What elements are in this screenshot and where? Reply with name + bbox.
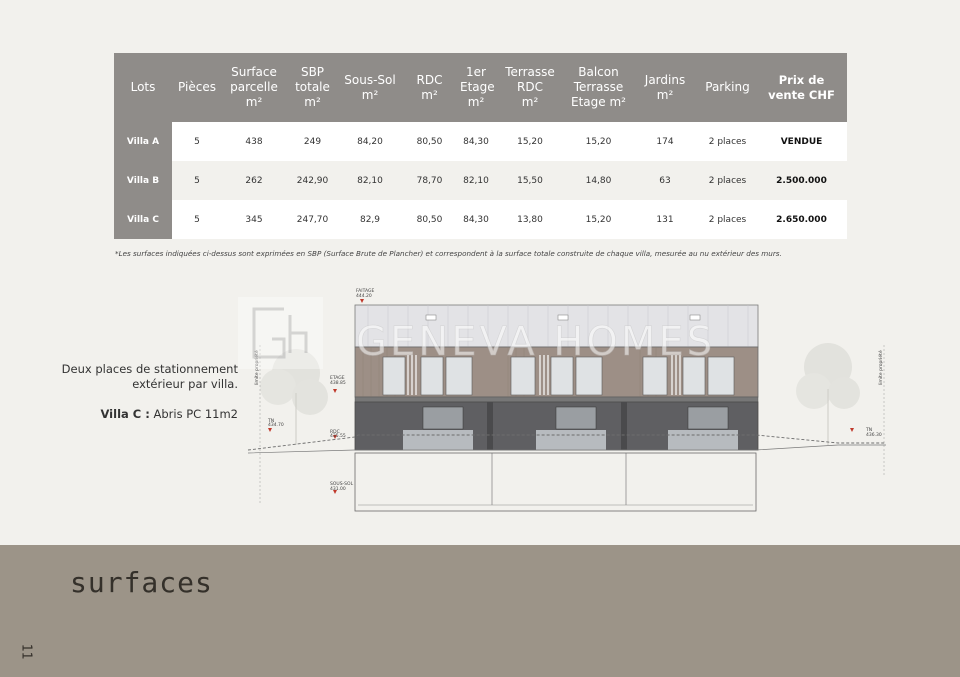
lot-name: Villa C bbox=[114, 200, 172, 239]
col-header-jardins: Jardins m² bbox=[631, 53, 699, 122]
villa-c-label: Villa C : bbox=[100, 407, 150, 421]
price-cell: VENDUE bbox=[756, 122, 847, 161]
table-cell: 249 bbox=[286, 122, 339, 161]
table-cell: 262 bbox=[222, 161, 286, 200]
table-cell: 2 places bbox=[699, 200, 756, 239]
table-cell: 5 bbox=[172, 161, 222, 200]
level-tn-right-alt: 436.30 bbox=[866, 432, 882, 438]
level-faitage-alt: 444.20 bbox=[356, 293, 372, 299]
table-cell: 13,80 bbox=[494, 200, 566, 239]
footer-band bbox=[0, 545, 960, 677]
villa-c-text: Abris PC 11m2 bbox=[149, 407, 238, 421]
table-cell: 82,9 bbox=[339, 200, 401, 239]
table-cell: 80,50 bbox=[401, 122, 458, 161]
table-cell: 438 bbox=[222, 122, 286, 161]
table-cell: 174 bbox=[631, 122, 699, 161]
lot-name: Villa B bbox=[114, 161, 172, 200]
table-cell: 84,30 bbox=[458, 122, 494, 161]
table-cell: 84,20 bbox=[339, 122, 401, 161]
price-cell: 2.650.000 bbox=[756, 200, 847, 239]
table-cell: 14,80 bbox=[566, 161, 631, 200]
table-cell: 78,70 bbox=[401, 161, 458, 200]
price-cell: 2.500.000 bbox=[756, 161, 847, 200]
level-sous-sol-alt: 431.00 bbox=[330, 486, 346, 492]
limite-propriete-right: limite propriété bbox=[877, 350, 884, 385]
col-header-lots: Lots bbox=[114, 53, 172, 122]
table-cell: 63 bbox=[631, 161, 699, 200]
table-cell: 345 bbox=[222, 200, 286, 239]
table-cell: 82,10 bbox=[458, 161, 494, 200]
table-row: Villa C 5 345 247,70 82,9 80,50 84,30 13… bbox=[114, 200, 847, 239]
col-header-parking: Parking bbox=[699, 53, 756, 122]
section-title: surfaces bbox=[70, 566, 213, 599]
table-cell: 5 bbox=[172, 122, 222, 161]
table-cell: 15,20 bbox=[566, 122, 631, 161]
table-cell: 15,20 bbox=[494, 122, 566, 161]
col-header-prix: Prix de vente CHF bbox=[756, 53, 847, 122]
table-cell: 2 places bbox=[699, 122, 756, 161]
level-tn-left-alt: 434.70 bbox=[268, 422, 284, 428]
brochure-page: Lots Pièces Surface parcelle m² SBP tota… bbox=[0, 0, 960, 677]
table-cell: 84,30 bbox=[458, 200, 494, 239]
table-cell: 131 bbox=[631, 200, 699, 239]
page-number: 11 bbox=[18, 643, 34, 660]
elevation-drawing: FAITAGE 444.20 ETAGE 438.85 RDC 435.55 S… bbox=[238, 285, 886, 517]
col-header-terrasse-rdc: Terrasse RDC m² bbox=[494, 53, 566, 122]
col-header-surface-parcelle: Surface parcelle m² bbox=[222, 53, 286, 122]
table-row: Villa B 5 262 242,90 82,10 78,70 82,10 1… bbox=[114, 161, 847, 200]
lots-table: Lots Pièces Surface parcelle m² SBP tota… bbox=[114, 53, 847, 239]
col-header-sous-sol: Sous-Sol m² bbox=[339, 53, 401, 122]
table-cell: 15,20 bbox=[566, 200, 631, 239]
villa-c-shelter-note: Villa C : Abris PC 11m2 bbox=[60, 407, 238, 421]
col-header-balcon-terrasse: Balcon Terrasse Etage m² bbox=[566, 53, 631, 122]
col-header-pieces: Pièces bbox=[172, 53, 222, 122]
table-cell: 15,50 bbox=[494, 161, 566, 200]
level-rdc-alt: 435.55 bbox=[330, 433, 346, 439]
parking-text: Deux places de stationnement extérieur p… bbox=[61, 362, 238, 391]
table-cell: 82,10 bbox=[339, 161, 401, 200]
lot-name: Villa A bbox=[114, 122, 172, 161]
table-cell: 2 places bbox=[699, 161, 756, 200]
watermark-text: GENEVA HOMES bbox=[356, 319, 715, 365]
table-header-row: Lots Pièces Surface parcelle m² SBP tota… bbox=[114, 53, 847, 122]
level-etage-alt: 438.85 bbox=[330, 380, 346, 386]
col-header-rdc: RDC m² bbox=[401, 53, 458, 122]
table-cell: 80,50 bbox=[401, 200, 458, 239]
table-cell: 5 bbox=[172, 200, 222, 239]
table-cell: 242,90 bbox=[286, 161, 339, 200]
col-header-1er-etage: 1er Etage m² bbox=[458, 53, 495, 122]
col-header-sbp-totale: SBP totale m² bbox=[286, 53, 339, 122]
surface-footnote: *Les surfaces indiquées ci-dessus sont e… bbox=[115, 249, 782, 258]
table-row: Villa A 5 438 249 84,20 80,50 84,30 15,2… bbox=[114, 122, 847, 161]
table-cell: 247,70 bbox=[286, 200, 339, 239]
